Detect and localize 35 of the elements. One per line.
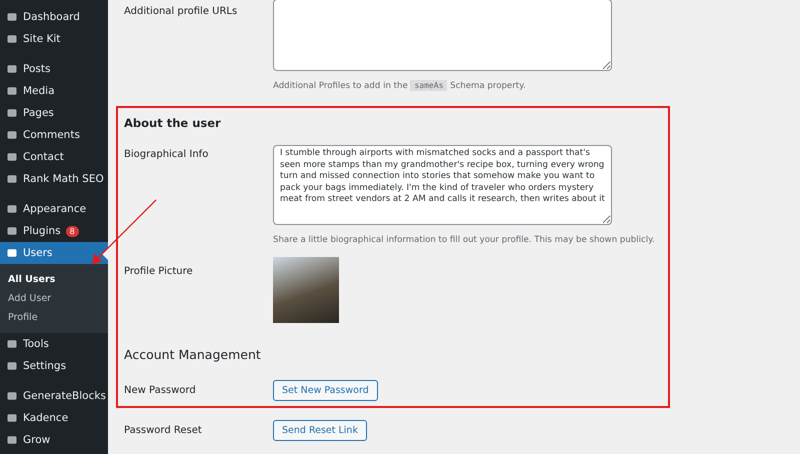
sidebar-item[interactable]: Posts — [0, 58, 108, 80]
sidebar-item[interactable]: Site Kit — [0, 28, 108, 50]
submenu-item[interactable]: All Users — [0, 270, 108, 289]
sidebar-item[interactable]: Media — [0, 80, 108, 102]
sidebar-item[interactable]: Users — [0, 242, 108, 264]
field-label: Password Reset — [124, 425, 203, 436]
sidebar-item[interactable]: Appearance — [0, 198, 108, 220]
field-label: Profile Picture — [124, 265, 194, 279]
sidebar-item[interactable]: Settings — [0, 355, 108, 377]
profile-urls-field[interactable] — [273, 0, 612, 71]
field-label: Biographical Info — [124, 148, 210, 162]
sidebar-item[interactable]: Comments — [0, 124, 108, 146]
photo-placeholder — [273, 257, 339, 323]
field-description: Share a little biographical information to fill out your profile. This may be shown publicly. — [273, 235, 655, 245]
section-heading: About the user — [124, 116, 222, 131]
sidebar-item[interactable]: GenerateBlocks — [0, 385, 108, 407]
sidebar-item[interactable]: Contact — [0, 146, 108, 168]
secondary-button[interactable]: Set New Password — [273, 380, 378, 401]
sidebar-item[interactable]: Grow — [0, 429, 108, 451]
update-count-badge: 8 — [66, 226, 79, 236]
secondary-button[interactable]: Send Reset Link — [273, 420, 367, 441]
sidebar-item[interactable]: Tools — [0, 333, 108, 355]
sidebar-item[interactable]: Dashboard — [0, 6, 108, 28]
submenu-item[interactable]: Add User — [0, 289, 108, 308]
sidebar-item[interactable]: Rank Math SEO — [0, 168, 108, 190]
field-description: Additional Profiles to add in the sameAs Schema property. — [273, 81, 527, 91]
submenu-item[interactable]: Profile — [0, 308, 108, 327]
sidebar-item[interactable]: Plugins 8 — [0, 220, 108, 242]
bio-field[interactable]: I stumble through airports with mismatched socks and a passport that's seen more stamps than my grandmother's recipe box, turning every wrong turn and missed connection into stories that somehow make you want to pack your bags immediately. I'm the kind of traveler who orders mystery meat from street vendors at 2 AM and calls it research, then writes about it — [273, 145, 612, 225]
field-label: New Password — [124, 385, 197, 396]
sidebar-item[interactable]: Pages — [0, 102, 108, 124]
sidebar-item[interactable]: Kadence — [0, 407, 108, 429]
field-label: Additional profile URLs — [124, 5, 238, 19]
current-pointer-icon — [102, 248, 108, 260]
section-heading: Account Management — [124, 347, 262, 362]
